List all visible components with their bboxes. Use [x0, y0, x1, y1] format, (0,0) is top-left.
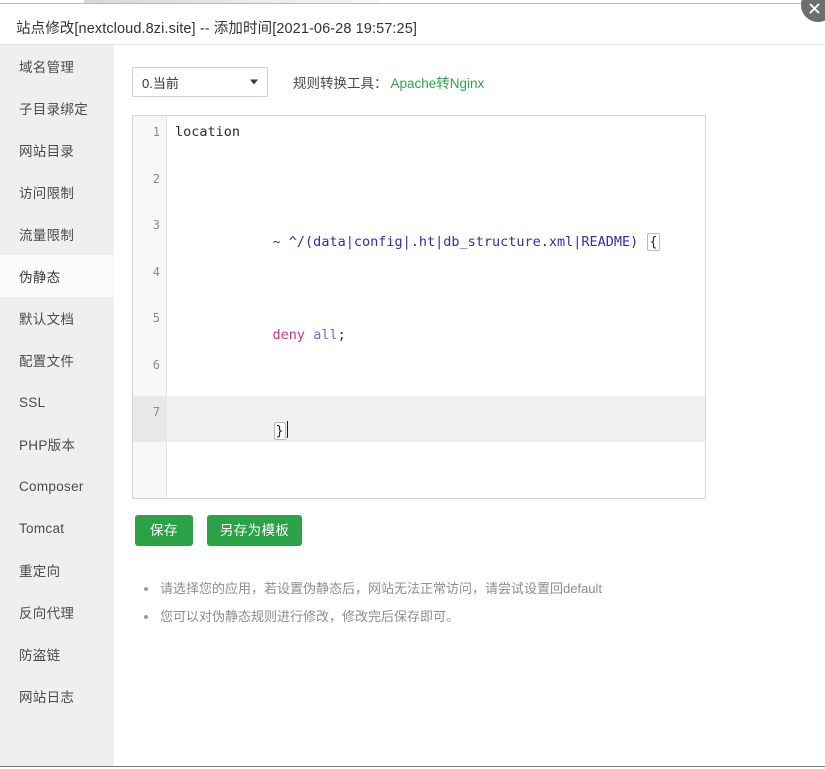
line-number: 3 [152, 218, 160, 233]
sidebar-item-label: 访问限制 [19, 186, 75, 201]
sidebar-item-redirect[interactable]: 重定向 [0, 549, 114, 591]
sidebar-item-sitelog[interactable]: 网站日志 [0, 675, 114, 717]
line-number: 2 [152, 171, 160, 186]
code-line-5-value: all [305, 327, 338, 344]
sidebar-item-label: 子目录绑定 [19, 102, 88, 117]
sidebar-item-reverseproxy[interactable]: 反向代理 [0, 591, 114, 633]
code-row[interactable]: 2 [153, 163, 705, 210]
sidebar-item-configfile[interactable]: 配置文件 [0, 339, 114, 381]
sidebar-item-label: 默认文档 [19, 312, 75, 327]
code-row[interactable]: 6 [153, 349, 705, 396]
sidebar-item-label: Composer [19, 478, 84, 494]
sidebar-item-label: SSL [19, 394, 46, 410]
sidebar-item-label: Tomcat [19, 520, 65, 536]
sidebar-item-rewrite[interactable]: 伪静态 [0, 255, 114, 297]
sidebar-item-label: 网站日志 [19, 690, 75, 705]
sidebar-item-label: 网站目录 [19, 144, 75, 159]
settings-sidebar: 域名管理 子目录绑定 网站目录 访问限制 流量限制 伪静态 默认文档 配置文件 … [0, 45, 114, 766]
rewrite-rule-code-editor[interactable]: 1 location 2 3 ~ ^/(data|config|.ht|db_s… [132, 115, 706, 499]
line-number: 7 [133, 395, 167, 443]
sidebar-item-traffic[interactable]: 流量限制 [0, 213, 114, 255]
site-edit-dialog: 站点修改[nextcloud.8zi.site] -- 添加时间[2021-06… [0, 0, 825, 769]
code-line-3-regex: ~ ^/(data|config|.ht|db_structure.xml|RE… [272, 234, 647, 251]
sidebar-item-label: 流量限制 [19, 228, 75, 243]
sidebar-item-label: 域名管理 [19, 60, 75, 75]
sidebar-item-phpversion[interactable]: PHP版本 [0, 423, 114, 465]
code-line-7-close-brace: } [273, 421, 286, 440]
line-number: 6 [152, 357, 160, 372]
hint-item: 请选择您的应用，若设置伪静态后，网站无法正常访问，请尝试设置回default [142, 575, 602, 603]
sidebar-item-defaultdoc[interactable]: 默认文档 [0, 297, 114, 339]
chevron-down-icon [250, 79, 258, 85]
dialog-titlebar: 站点修改[nextcloud.8zi.site] -- 添加时间[2021-06… [0, 4, 825, 45]
sidebar-item-webroot[interactable]: 网站目录 [0, 129, 114, 171]
sidebar-item-access[interactable]: 访问限制 [0, 171, 114, 213]
rewrite-preset-select[interactable]: 0.当前 [132, 67, 268, 97]
sidebar-item-label: 配置文件 [19, 354, 75, 369]
action-buttons: 保存 另存为模板 [135, 515, 303, 546]
hint-item: 您可以对伪静态规则进行修改，修改完后保存即可。 [142, 603, 602, 631]
sidebar-item-domain[interactable]: 域名管理 [0, 45, 114, 87]
sidebar-item-label: 防盗链 [19, 648, 61, 663]
code-row[interactable]: 5 deny all; [153, 302, 705, 349]
converter-label: 规则转换工具： [293, 76, 388, 91]
save-as-template-button[interactable]: 另存为模板 [206, 515, 303, 546]
text-cursor [286, 420, 288, 438]
code-row-active[interactable]: 7 } [133, 395, 705, 443]
line-number: 4 [152, 264, 160, 279]
rewrite-settings-panel: 0.当前 规则转换工具： Apache转Nginx 1 location 2 3 [114, 45, 825, 766]
code-row[interactable]: 1 location [153, 116, 705, 163]
line-number: 5 [152, 311, 160, 326]
sidebar-item-ssl[interactable]: SSL [0, 381, 114, 423]
code-row[interactable]: 4 [153, 256, 705, 303]
line-number: 1 [152, 125, 160, 139]
code-line-3-open-brace: { [647, 233, 660, 252]
page-title: 站点修改[nextcloud.8zi.site] -- 添加时间[2021-06… [16, 21, 417, 37]
sidebar-item-composer[interactable]: Composer [0, 465, 114, 507]
sidebar-item-label: PHP版本 [19, 438, 76, 453]
sidebar-item-label: 反向代理 [19, 606, 75, 621]
rewrite-preset-value: 0.当前 [142, 75, 179, 91]
sidebar-item-label: 重定向 [19, 564, 61, 579]
save-button[interactable]: 保存 [135, 515, 193, 546]
hint-list: 请选择您的应用，若设置伪静态后，网站无法正常访问，请尝试设置回default 您… [142, 575, 602, 631]
code-row[interactable]: 3 ~ ^/(data|config|.ht|db_structure.xml|… [153, 209, 705, 256]
code-line-5-directive: deny [272, 327, 306, 344]
editor-code-area[interactable]: 1 location 2 3 ~ ^/(data|config|.ht|db_s… [133, 116, 705, 498]
rewrite-toolbar: 0.当前 规则转换工具： Apache转Nginx [132, 67, 484, 97]
sidebar-item-tomcat[interactable]: Tomcat [0, 507, 114, 549]
sidebar-item-antileech[interactable]: 防盗链 [0, 633, 114, 675]
code-line-5-semicolon: ; [337, 327, 346, 344]
apache-to-nginx-link[interactable]: Apache转Nginx [391, 72, 485, 92]
sidebar-item-label: 伪静态 [19, 270, 61, 285]
code-line-1: location [175, 124, 241, 140]
sidebar-item-subdir[interactable]: 子目录绑定 [0, 87, 114, 129]
